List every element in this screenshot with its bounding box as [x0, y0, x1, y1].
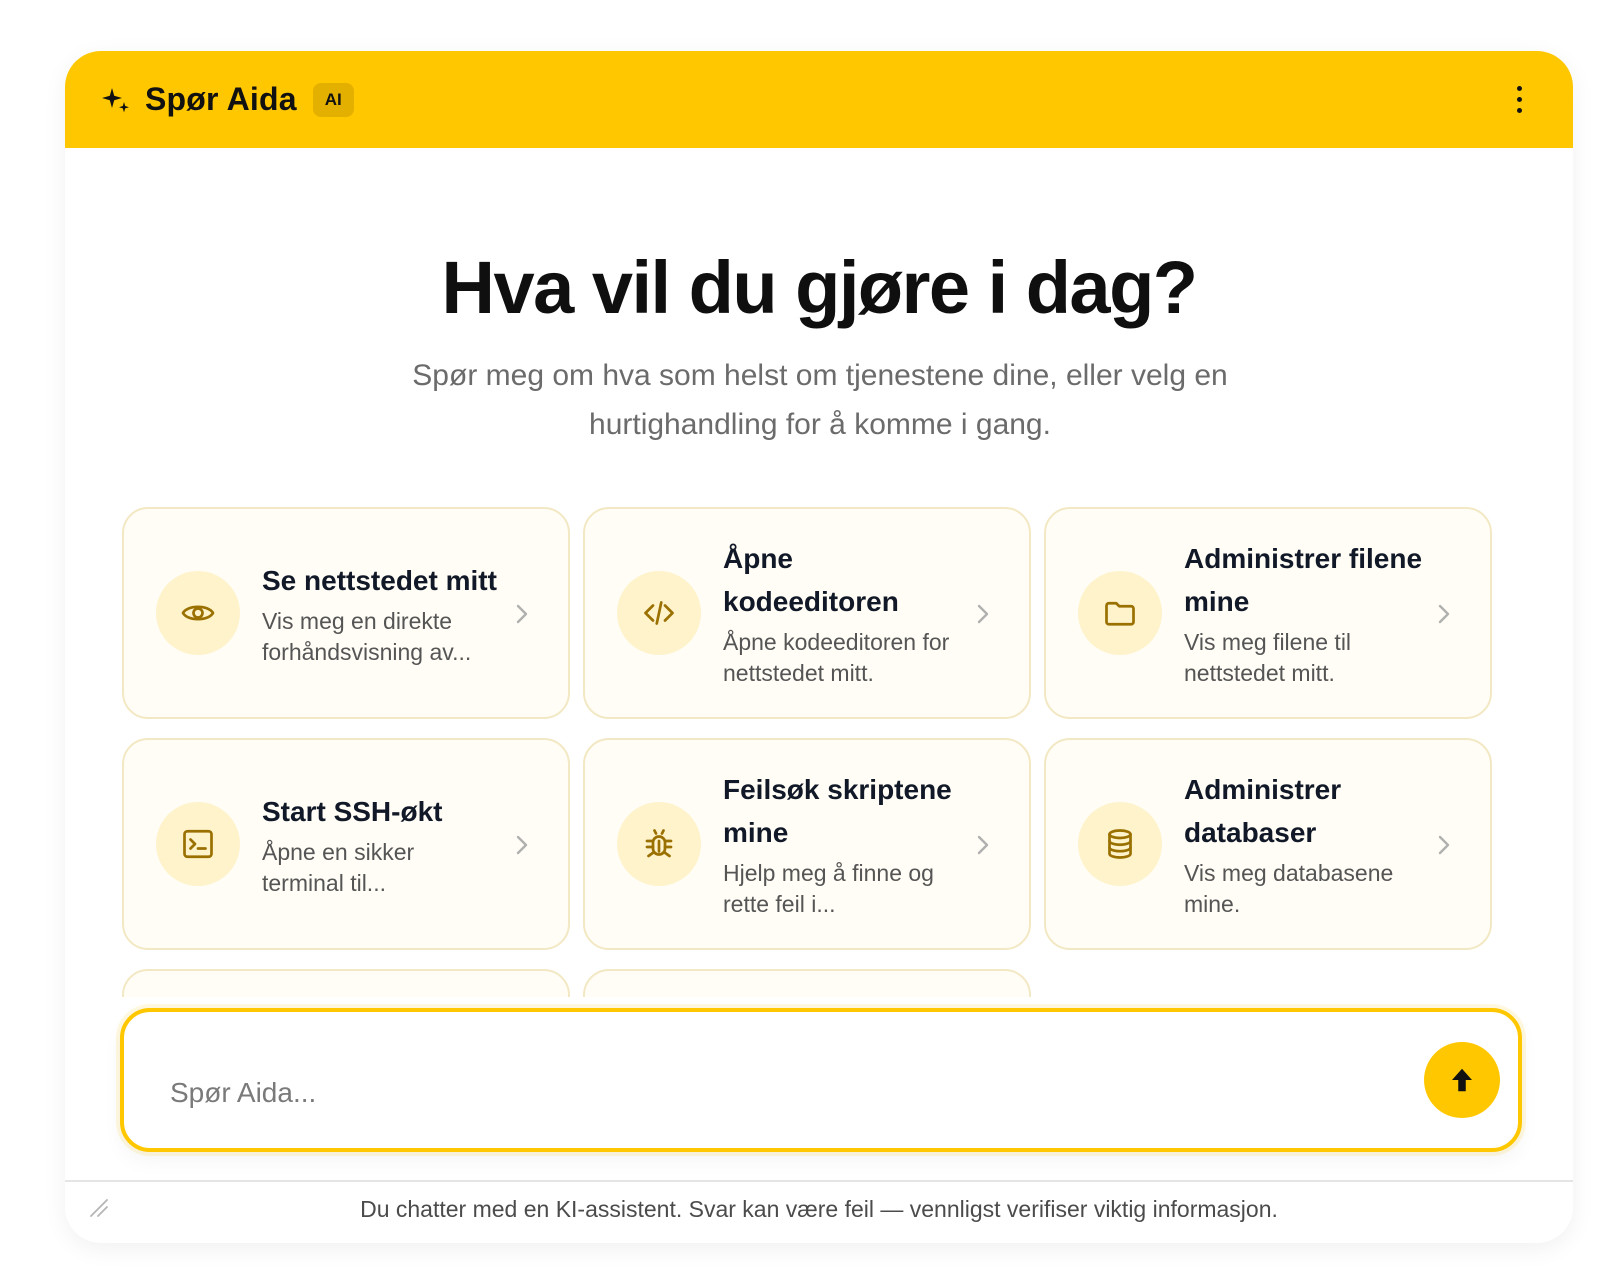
action-card-debug[interactable]: Feilsøk skriptene mine Hjelp meg å finne… — [583, 738, 1031, 950]
action-card-ssh[interactable]: Start SSH-økt Åpne en sikker terminal ti… — [122, 738, 570, 950]
sparkle-icon — [99, 84, 131, 116]
action-description: Hjelp meg å finne og rette feil i... — [723, 860, 934, 917]
chevron-right-icon — [516, 604, 528, 624]
chevron-right-icon — [977, 835, 989, 855]
chevron-right-icon — [516, 835, 528, 855]
chevron-right-icon — [977, 604, 989, 624]
action-title: Administrer databaser — [1184, 774, 1342, 848]
action-title: Åpne kodeeditoren — [723, 543, 899, 617]
action-description: Åpne en sikker terminal til... — [262, 838, 415, 896]
assistant-panel: Spør Aida AI Hva vil du gjøre i dag? Spø… — [65, 51, 1573, 1243]
chat-input-container — [120, 1008, 1522, 1152]
more-menu-button[interactable] — [1505, 80, 1533, 120]
action-description: Vis meg filene til nettstedet mitt. — [1184, 629, 1352, 686]
action-description: Vis meg databasene mine. — [1184, 860, 1394, 917]
terminal-icon — [156, 802, 240, 886]
action-title: Administrer filene mine — [1184, 543, 1423, 617]
action-card-view-site[interactable]: Se nettstedet mitt Vis meg en direkte fo… — [122, 507, 570, 719]
folder-icon — [1078, 571, 1162, 655]
action-card-partial[interactable] — [122, 969, 570, 997]
action-title: Start SSH-økt — [262, 795, 443, 827]
ai-badge: AI — [312, 82, 354, 117]
page-title: Hva vil du gjøre i dag? — [441, 246, 1198, 329]
action-card-partial[interactable] — [583, 969, 1031, 997]
action-title: Feilsøk skriptene mine — [723, 774, 952, 848]
send-button[interactable] — [1424, 1042, 1500, 1118]
more-vertical-icon — [1516, 86, 1522, 91]
header-bar: Spør Aida AI — [65, 51, 1573, 148]
bug-icon — [617, 802, 701, 886]
quick-actions-grid: Se nettstedet mitt Vis meg en direkte fo… — [122, 507, 1520, 997]
footer: Du chatter med en KI-assistent. Svar kan… — [65, 1180, 1573, 1243]
disclaimer-text: Du chatter med en KI-assistent. Svar kan… — [360, 1196, 1278, 1222]
action-description: Åpne kodeeditoren for nettstedet mitt. — [723, 629, 950, 686]
page-subtitle: Spør meg om hva som helst om tjenestene … — [412, 359, 1228, 441]
arrow-up-icon — [1452, 1068, 1472, 1092]
eye-icon — [156, 571, 240, 655]
chat-input[interactable] — [170, 1072, 1320, 1114]
database-icon — [1078, 802, 1162, 886]
chevron-right-icon — [1438, 604, 1450, 624]
action-description: Vis meg en direkte forhåndsvisning av... — [262, 607, 472, 665]
app-title: Spør Aida — [145, 81, 297, 117]
code-icon — [617, 571, 701, 655]
action-card-code-editor[interactable]: Åpne kodeeditoren Åpne kodeeditoren for … — [583, 507, 1031, 719]
action-card-databases[interactable]: Administrer databaser Vis meg databasene… — [1044, 738, 1492, 950]
chevron-right-icon — [1438, 835, 1450, 855]
action-card-files[interactable]: Administrer filene mine Vis meg filene t… — [1044, 507, 1492, 719]
action-title: Se nettstedet mitt — [262, 564, 497, 596]
